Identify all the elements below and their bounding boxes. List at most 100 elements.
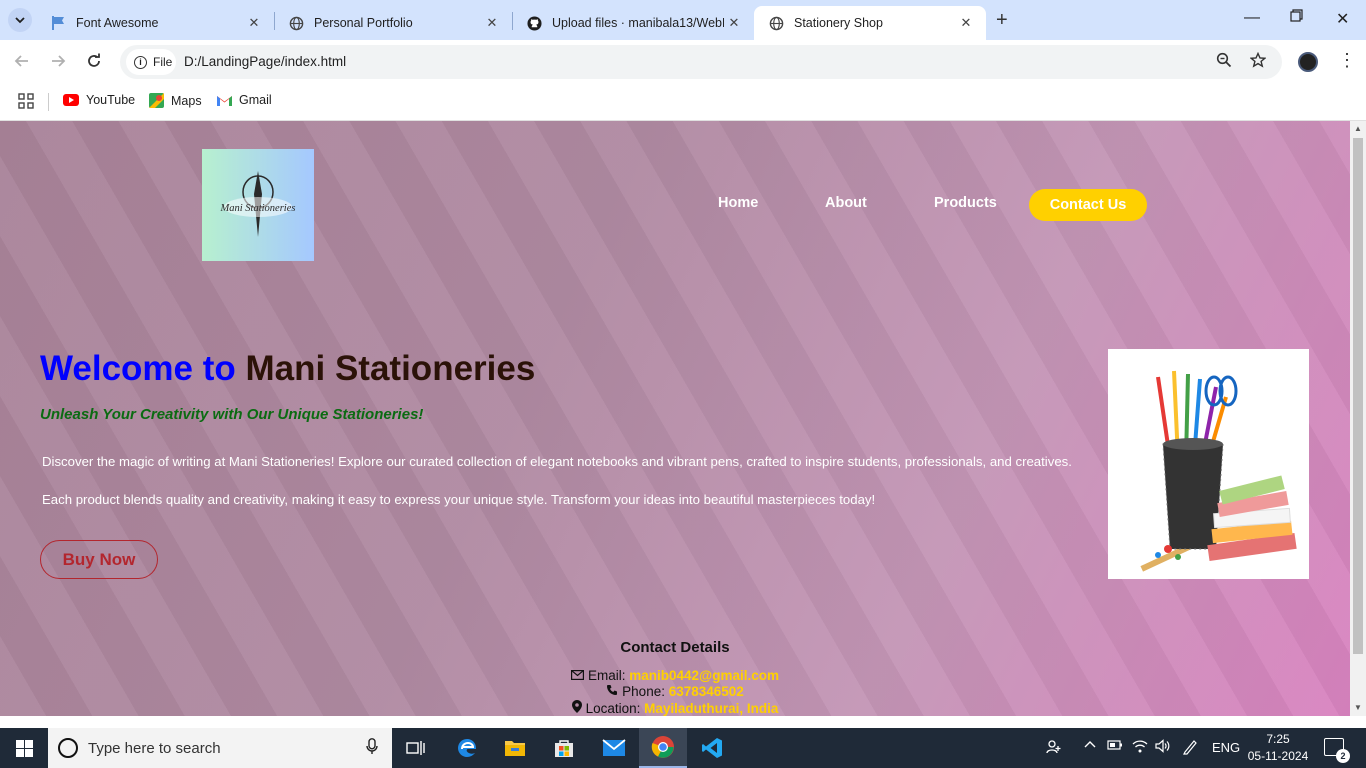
globe-icon [288,15,304,31]
tab-title: Stationery Shop [794,16,883,30]
taskbar-search-box[interactable]: Type here to search [48,728,392,768]
close-icon[interactable]: ✕ [724,15,744,31]
gmail-icon [217,94,232,106]
close-icon[interactable]: ✕ [482,15,502,31]
apps-grid-icon[interactable] [18,93,34,109]
bookmark-star-icon[interactable] [1249,51,1267,73]
nav-about-link[interactable]: About [825,195,867,211]
map-marker-icon [571,700,582,716]
bookmark-maps[interactable]: Maps [149,93,202,108]
font-awesome-flag-icon [50,15,66,31]
contact-location-line: Location: Mayiladuthurai, India [0,700,1350,716]
buy-now-button[interactable]: Buy Now [40,540,158,579]
people-icon[interactable] [1046,739,1062,758]
task-view-icon[interactable] [392,728,440,768]
windows-taskbar: Type here to search ENG 7:25 05-11-2024 … [0,728,1366,768]
back-arrow-icon[interactable] [13,52,31,75]
volume-icon[interactable] [1155,739,1171,756]
address-bar[interactable]: i File D:/LandingPage/index.html [120,45,1282,79]
bookmark-label: Gmail [239,93,272,107]
scroll-up-arrow-icon[interactable]: ▲ [1354,124,1362,133]
tab-font-awesome[interactable]: Font Awesome ✕ [36,6,274,40]
close-icon[interactable]: ✕ [244,15,264,31]
email-label: Email: [587,668,626,683]
phone-label: Phone: [622,684,665,699]
envelope-icon [570,669,584,683]
tab-search-button[interactable] [8,8,32,32]
edge-browser-icon[interactable] [443,728,491,768]
tab-github-upload[interactable]: Upload files · manibala13/WebD ✕ [512,6,754,40]
language-indicator[interactable]: ENG [1212,740,1240,755]
bookmark-gmail[interactable]: Gmail [217,93,272,107]
notification-center-icon[interactable]: 2 [1324,738,1350,763]
hero-title-brand: Mani Stationeries [245,349,536,388]
bookmarks-bar: YouTube Maps Gmail [0,86,1366,121]
reload-icon[interactable] [85,52,103,75]
microphone-icon[interactable] [366,738,378,760]
youtube-icon [63,94,79,106]
more-menu-icon[interactable]: ⋮ [1338,50,1356,71]
scheme-label: File [153,55,173,69]
clock-date: 05-11-2024 [1247,749,1309,763]
site-info-chip[interactable]: i File [126,49,176,75]
profile-avatar[interactable] [1298,52,1318,72]
nav-products-link[interactable]: Products [934,195,997,211]
microsoft-store-icon[interactable] [540,728,588,768]
scrollbar-thumb[interactable] [1353,138,1363,654]
close-window-icon[interactable]: ✕ [1336,9,1349,29]
zoom-icon[interactable] [1216,52,1232,73]
tab-title: Upload files · manibala13/WebD [552,16,724,30]
globe-icon [768,15,784,31]
wifi-icon[interactable] [1132,739,1148,756]
hero-tagline: Unleash Your Creativity with Our Unique … [40,406,424,423]
bookmark-label: Maps [171,93,202,108]
search-placeholder: Type here to search [88,739,221,757]
browser-toolbar: i File D:/LandingPage/index.html ⋮ [0,40,1366,86]
forward-arrow-icon[interactable] [49,52,67,75]
vscode-icon[interactable] [688,728,736,768]
new-tab-plus-icon[interactable]: + [996,9,1008,32]
close-icon[interactable]: ✕ [956,15,976,31]
pen-workspace-icon[interactable] [1182,739,1198,758]
show-hidden-icons-chevron-icon[interactable] [1084,739,1096,754]
maps-icon [149,93,164,108]
phone-icon [606,684,618,699]
chevron-down-icon [15,17,25,24]
tab-stationery-shop[interactable]: Stationery Shop ✕ [754,6,986,40]
location-value: Mayiladuthurai, India [644,701,779,716]
tab-personal-portfolio[interactable]: Personal Portfolio ✕ [274,6,512,40]
site-logo[interactable]: Mani Stationeries [202,149,314,261]
contact-phone-line: Phone: 6378346502 [0,684,1350,699]
file-explorer-icon[interactable] [491,728,539,768]
search-icon [58,738,78,758]
nav-home-link[interactable]: Home [718,195,758,211]
email-value[interactable]: manib0442@gmail.com [629,668,779,683]
battery-icon[interactable] [1107,739,1123,754]
browser-tab-bar: Font Awesome ✕ Personal Portfolio ✕ Uplo… [0,0,1366,40]
mail-icon[interactable] [590,728,638,768]
vertical-scrollbar[interactable]: ▲ ▼ [1350,121,1366,716]
pencil-cup-and-books-illustration [1140,370,1297,572]
location-label: Location: [585,701,641,716]
system-clock[interactable]: 7:25 05-11-2024 [1246,731,1310,765]
hero-description: Discover the magic of writing at Mani St… [42,454,1072,507]
info-icon: i [134,55,147,69]
notification-count-badge: 2 [1336,749,1350,763]
landing-page: Mani Stationeries Home About Products Co… [0,121,1350,716]
restore-window-icon[interactable] [1290,9,1303,27]
scroll-down-arrow-icon[interactable]: ▼ [1354,703,1362,712]
minimize-icon[interactable]: — [1244,9,1260,27]
contact-us-button[interactable]: Contact Us [1029,189,1147,221]
phone-value[interactable]: 6378346502 [669,684,744,699]
windows-start-icon[interactable] [16,740,33,762]
url-text[interactable]: D:/LandingPage/index.html [184,54,346,69]
pen-nib-logo-icon: Mani Stationeries [220,171,295,237]
chrome-icon[interactable] [639,728,687,768]
page-bottom-strip [0,716,1366,728]
bookmark-youtube[interactable]: YouTube [63,93,135,107]
bookmark-label: YouTube [86,93,136,107]
hero-title-welcome: Welcome to [40,349,236,388]
contact-details-heading: Contact Details [620,639,730,656]
contact-email-line: Email: manib0442@gmail.com [0,668,1350,683]
github-icon [526,15,542,31]
